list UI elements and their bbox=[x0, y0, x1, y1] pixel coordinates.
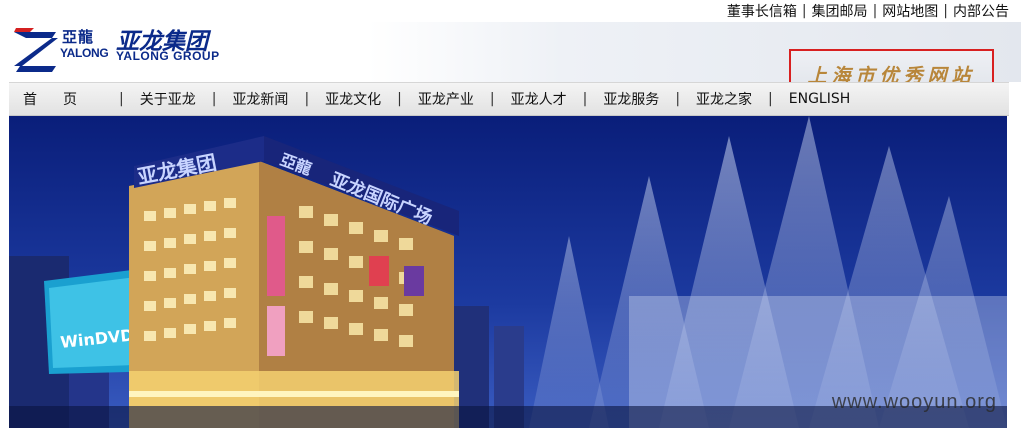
hero-banner: WinDVD 亚龙集团 亞龍 亚龙国际广场 www.wooyun.org bbox=[9, 116, 1007, 428]
yalong-logo[interactable]: 亞龍 YALONG 亚龙集团 YALONG GROUP bbox=[12, 22, 232, 80]
page: 董事长信箱 | 集团邮局 | 网站地图 | 内部公告 亞龍 YALONG 亚龙集… bbox=[0, 0, 1021, 432]
top-utility-links: 董事长信箱 | 集团邮局 | 网站地图 | 内部公告 bbox=[727, 0, 1009, 22]
nav-separator: | bbox=[768, 91, 773, 107]
chairman-mailbox-link[interactable]: 董事长信箱 bbox=[727, 1, 797, 21]
nav-separator: | bbox=[489, 91, 495, 107]
nav-separator: | bbox=[211, 91, 217, 107]
building-illustration: WinDVD 亚龙集团 亞龍 亚龙国际广场 bbox=[9, 116, 1007, 428]
main-nav: 首页 | 关于亚龙 | 亚龙新闻 | 亚龙文化 | 亚龙产业 | 亚龙人才 | … bbox=[9, 82, 1009, 116]
nav-industry[interactable]: 亚龙产业 bbox=[418, 89, 474, 109]
nav-talent[interactable]: 亚龙人才 bbox=[511, 89, 567, 109]
nav-home-family[interactable]: 亚龙之家 bbox=[696, 89, 752, 109]
nav-culture[interactable]: 亚龙文化 bbox=[325, 89, 381, 109]
nav-about[interactable]: 关于亚龙 bbox=[140, 89, 196, 109]
nav-news[interactable]: 亚龙新闻 bbox=[232, 89, 288, 109]
site-map-link[interactable]: 网站地图 bbox=[882, 1, 938, 21]
separator: | bbox=[872, 3, 878, 19]
internal-notice-link[interactable]: 内部公告 bbox=[953, 1, 1009, 21]
logo-english-small: YALONG bbox=[60, 46, 109, 60]
logo-english-title: YALONG GROUP bbox=[116, 49, 220, 63]
nav-separator: | bbox=[582, 91, 588, 107]
left-margin bbox=[0, 82, 9, 432]
nav-service[interactable]: 亚龙服务 bbox=[603, 89, 659, 109]
site-header: 亞龍 YALONG 亚龙集团 YALONG GROUP 上海市优秀网站 bbox=[0, 22, 1021, 99]
dragon-logo-icon bbox=[14, 28, 58, 72]
nav-separator: | bbox=[119, 91, 124, 107]
separator: | bbox=[943, 3, 948, 19]
logo-chinese-small: 亞龍 bbox=[62, 28, 95, 46]
nav-separator: | bbox=[675, 91, 681, 107]
nav-home[interactable]: 首页 bbox=[23, 89, 103, 109]
nav-english[interactable]: ENGLISH bbox=[789, 91, 851, 107]
separator: | bbox=[801, 3, 807, 19]
nav-separator: | bbox=[304, 91, 310, 107]
nav-separator: | bbox=[397, 91, 402, 107]
wooyun-watermark: www.wooyun.org bbox=[831, 391, 997, 413]
group-mail-link[interactable]: 集团邮局 bbox=[812, 1, 868, 21]
